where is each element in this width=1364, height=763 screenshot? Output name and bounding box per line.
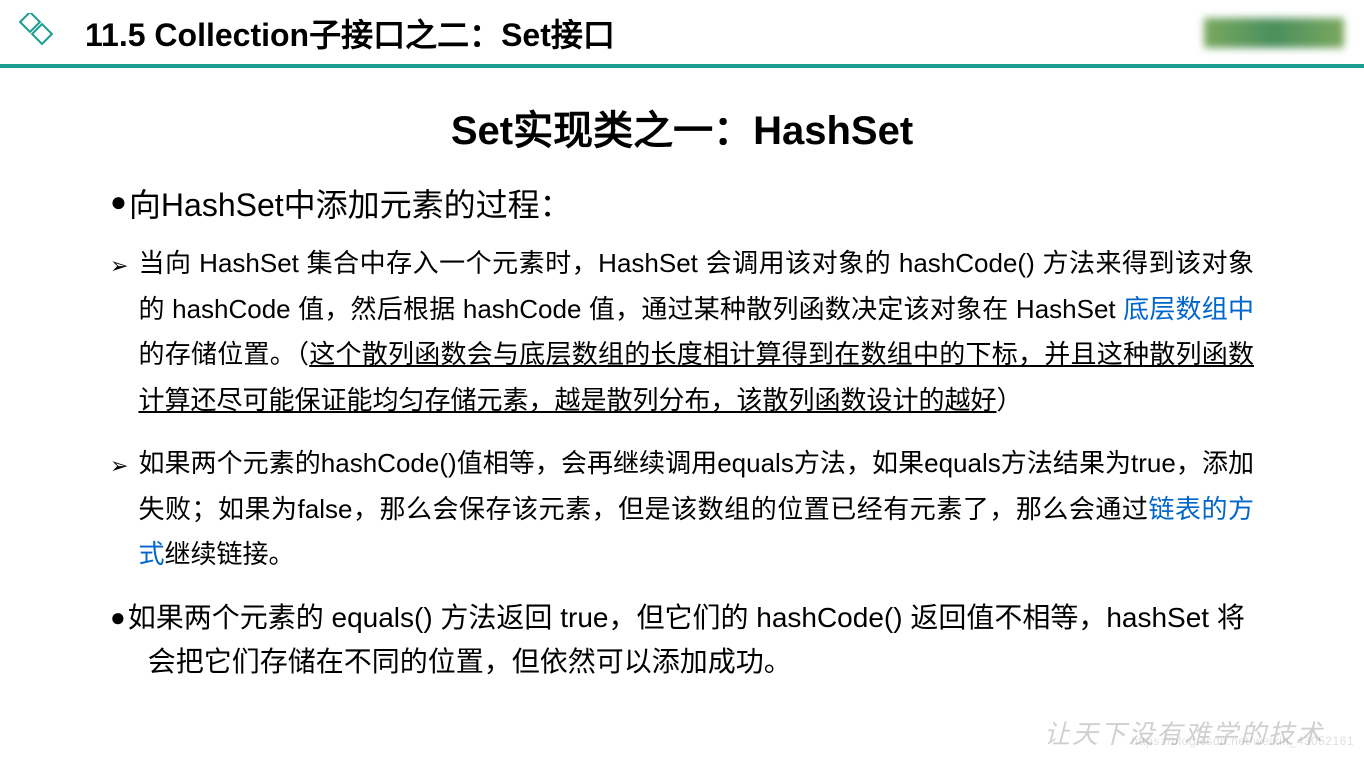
diamond-logo-icon [15,13,55,53]
main-title: Set实现类之一：HashSet [0,98,1364,156]
bullet-icon: ● [110,181,127,223]
content-area: ● 向HashSet中添加元素的过程： ➢ 当向 HashSet 集合中存入一个… [0,181,1364,685]
text-segment: 的存储位置。（ [138,339,309,369]
arrow-icon: ➢ [110,447,128,486]
header-right-logo [1204,18,1344,48]
slide-header: 11.5 Collection子接口之二：Set接口 [0,0,1364,68]
text-segment: 如果两个元素的hashCode()值相等，会再继续调用equals方法，如果eq… [138,448,1254,524]
point-1-text: 当向 HashSet 集合中存入一个元素时，HashSet 会调用该对象的 ha… [138,241,1254,423]
point-3-text: 如果两个元素的 equals() 方法返回 true，但它们的 hashCode… [128,596,1254,686]
watermark-url: https://blog.csdn.net/weixin_43052161 [1131,734,1354,748]
text-segment: 继续链接。 [164,539,294,569]
header-title: 11.5 Collection子接口之二：Set接口 [85,10,1204,56]
text-segment: 当向 HashSet 集合中存入一个元素时，HashSet 会调用该对象的 ha… [138,248,1254,324]
point-1: ➢ 当向 HashSet 集合中存入一个元素时，HashSet 会调用该对象的 … [110,241,1254,423]
point-2: ➢ 如果两个元素的hashCode()值相等，会再继续调用equals方法，如果… [110,441,1254,578]
point-3: ● 如果两个元素的 equals() 方法返回 true，但它们的 hashCo… [110,596,1254,686]
blue-text: 底层数组中 [1123,294,1254,324]
text-segment: ） [996,385,1022,415]
point-2-text: 如果两个元素的hashCode()值相等，会再继续调用equals方法，如果eq… [138,441,1254,578]
arrow-icon: ➢ [110,247,128,286]
section-heading: ● 向HashSet中添加元素的过程： [110,181,1254,229]
bullet-icon: ● [110,598,126,637]
section-heading-text: 向HashSet中添加元素的过程： [129,181,572,229]
